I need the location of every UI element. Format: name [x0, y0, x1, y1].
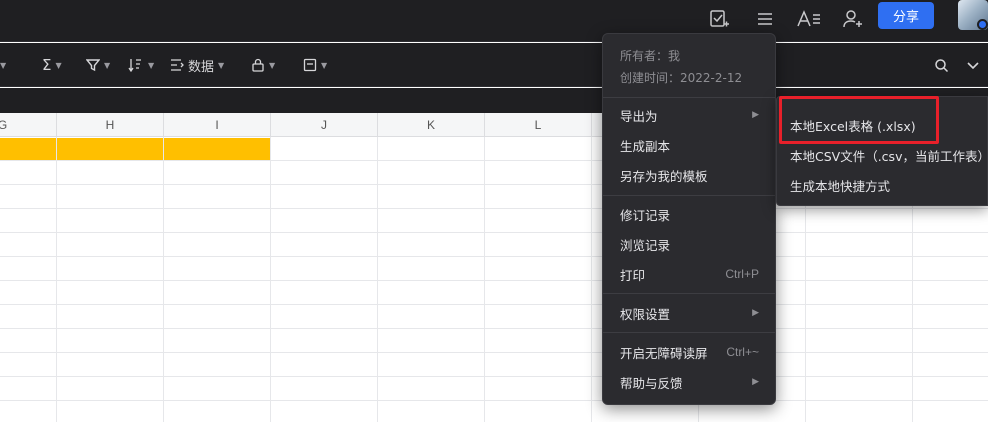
toolbar-partial-button[interactable]: ▼ [0, 55, 6, 75]
data-label: 数据 [188, 59, 215, 75]
chevron-right-icon: ▶ [752, 377, 759, 387]
highlight-annotation-box [779, 96, 939, 144]
menu-item-label: 导出为 [620, 108, 658, 124]
column-header-g[interactable]: G [0, 113, 56, 137]
column-header-l[interactable]: L [484, 113, 591, 137]
sum-icon: Σ [42, 56, 52, 74]
shortcut-label: Ctrl+P [725, 267, 759, 281]
add-user-icon[interactable] [839, 5, 867, 33]
chevron-down-icon: ▼ [218, 60, 225, 70]
menu-item-label: 打印 [620, 267, 646, 283]
share-button[interactable]: 分享 [878, 2, 934, 29]
column-header-j[interactable]: J [270, 113, 377, 137]
chevron-right-icon: ▶ [752, 308, 759, 318]
top-bar: 分享 [0, 0, 988, 42]
avatar[interactable] [958, 0, 988, 30]
data-menu-button[interactable]: 数据 ▼ [170, 55, 224, 75]
toolbar: ▼ Σ ▼ ▼ ▼ 数据 ▼ ▼ ▼ [0, 43, 988, 87]
menu-divider [603, 97, 775, 98]
menu-item-revision[interactable]: 修订记录 [603, 199, 775, 229]
menu-item-browse[interactable]: 浏览记录 [603, 229, 775, 259]
chevron-down-icon: ▼ [0, 60, 7, 70]
chevron-down-icon [967, 62, 979, 70]
menu-item-label: 权限设置 [620, 306, 671, 322]
menu-divider [603, 293, 775, 294]
created-info: 创建时间：2022-2-12 [620, 71, 743, 85]
chevron-down-icon: ▼ [104, 60, 111, 70]
menu-item-save-template[interactable]: 另存为我的模板 [603, 160, 775, 190]
task-check-icon[interactable] [705, 5, 733, 33]
chevron-down-icon: ▼ [321, 60, 328, 70]
table-row [0, 305, 988, 329]
column-header-i[interactable]: I [163, 113, 270, 137]
owner-info: 所有者：我 [620, 49, 681, 63]
menu-item-label: 帮助与反馈 [620, 375, 683, 391]
chevron-down-icon: ▼ [55, 60, 62, 70]
table-row [0, 257, 988, 281]
menu-item-export[interactable]: 导出为 ▶ [603, 100, 775, 130]
menu-item-accessibility[interactable]: 开启无障碍读屏 Ctrl+~ [603, 337, 775, 367]
sort-icon [128, 59, 141, 72]
search-icon [935, 58, 949, 72]
sum-button[interactable]: Σ ▼ [42, 55, 62, 75]
search-button[interactable] [934, 55, 949, 75]
table-row [0, 209, 988, 233]
filter-button[interactable]: ▼ [86, 55, 110, 75]
menu-item-label: 生成副本 [620, 138, 671, 154]
lock-icon [252, 58, 264, 72]
format-icon [303, 58, 317, 72]
chevron-down-icon: ▼ [269, 60, 276, 70]
sort-button[interactable]: ▼ [128, 55, 154, 75]
menu-item-print[interactable]: 打印 Ctrl+P [603, 259, 775, 289]
lock-button[interactable]: ▼ [251, 55, 275, 75]
menu-divider [603, 332, 775, 333]
menu-item-label: 另存为我的模板 [620, 168, 708, 184]
menu-item-label: 浏览记录 [620, 237, 671, 253]
column-header-h[interactable]: H [56, 113, 163, 137]
format-button[interactable]: ▼ [303, 55, 327, 75]
menu-icon[interactable] [751, 5, 779, 33]
menu-item-label: 开启无障碍读屏 [620, 345, 708, 361]
submenu-item-csv[interactable]: 本地CSV文件（.csv，当前工作表） [777, 140, 988, 170]
menu-item-help[interactable]: 帮助与反馈 ▶ [603, 367, 775, 397]
table-row [0, 233, 988, 257]
column-header-k[interactable]: K [377, 113, 484, 137]
submenu-item-shortcut[interactable]: 生成本地快捷方式 [777, 170, 988, 200]
table-row [0, 353, 988, 377]
table-row [0, 281, 988, 305]
font-size-icon[interactable] [795, 5, 823, 33]
menu-divider [603, 195, 775, 196]
shortcut-label: Ctrl+~ [726, 345, 759, 359]
collapse-toolbar-button[interactable] [966, 55, 980, 75]
filter-icon [86, 59, 100, 72]
data-icon [171, 59, 184, 71]
menu-item-copy[interactable]: 生成副本 [603, 130, 775, 160]
chevron-right-icon: ▶ [752, 110, 759, 120]
file-menu: 所有者：我 创建时间：2022-2-12 导出为 ▶ 生成副本 另存为我的模板 … [602, 33, 776, 405]
menu-item-label: 修订记录 [620, 207, 671, 223]
menu-item-permission[interactable]: 权限设置 ▶ [603, 298, 775, 328]
chevron-down-icon: ▼ [148, 60, 155, 70]
table-row [0, 329, 988, 353]
status-dot [977, 19, 988, 30]
table-row [0, 377, 988, 401]
spreadsheet-app: 分享 ▼ Σ ▼ ▼ ▼ 数据 ▼ ▼ ▼ G H I J K L 所有者：我 … [0, 0, 988, 422]
